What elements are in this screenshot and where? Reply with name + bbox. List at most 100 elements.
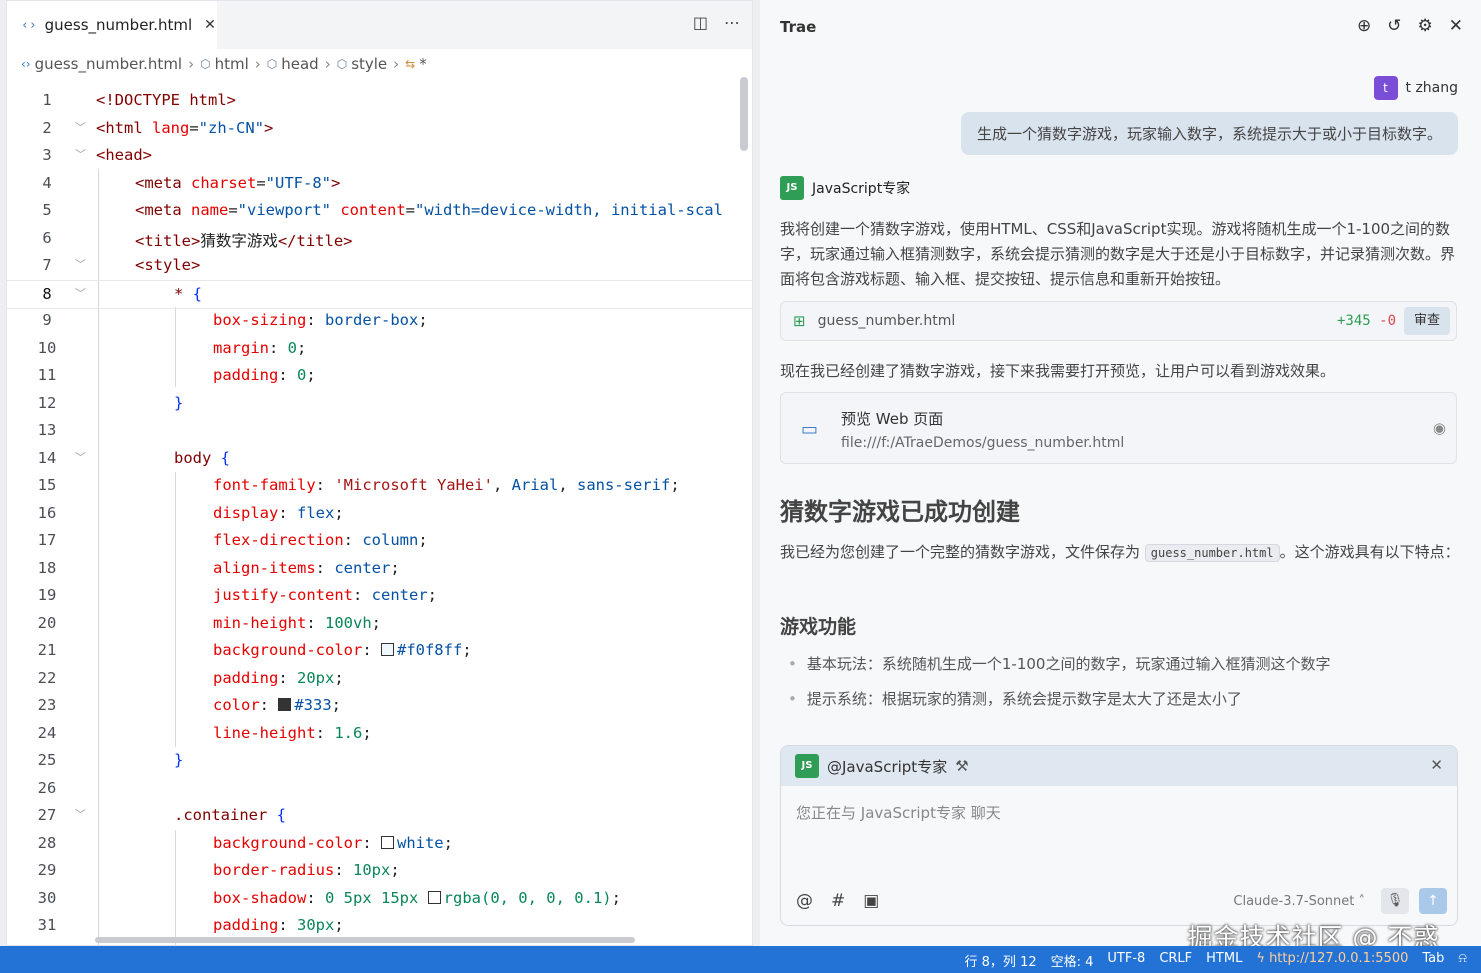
breadcrumb-selector[interactable]: * — [419, 55, 427, 73]
color-swatch[interactable] — [278, 698, 292, 711]
code-area[interactable]: 1 <!DOCTYPE html> 2 ﹀ <html lang="zh-CN"> 3… — [7, 87, 752, 945]
result-heading: 猜数字游戏已成功创建 — [780, 498, 1020, 526]
code-line: 28 background-color: white; — [37, 833, 453, 852]
live-server[interactable]: ϟ http://127.0.0.1:5500 — [1256, 951, 1408, 970]
encoding[interactable]: UTF-8 — [1107, 951, 1145, 970]
file-change-card[interactable]: ⊞ guess_number.html +345 -0 审查 — [780, 301, 1457, 341]
fold-chevron-icon: ﹀ — [75, 808, 86, 821]
preview-url[interactable]: file:///f:/ATraeDemos/guess_number.html — [841, 435, 1124, 451]
code-line: 25} — [37, 751, 184, 769]
code-line: 13 — [37, 421, 57, 439]
tab-label: guess_number.html — [44, 16, 193, 34]
chat-input[interactable]: 您正在与 JavaScript专家 聊天 — [796, 802, 1001, 823]
agent-followup: 现在我已经创建了猜数字游戏，接下来我需要打开预览，让用户可以看到游戏效果。 — [780, 362, 1336, 380]
code-line: 19 justify-content: center; — [37, 586, 437, 604]
chevron-right-icon: › — [188, 55, 195, 73]
breadcrumb-head[interactable]: head — [281, 55, 318, 73]
indentation[interactable]: 空格: 4 — [1051, 951, 1094, 970]
chevron-right-icon: › — [324, 55, 331, 73]
code-line: 4 <meta charset="UTF-8"> — [42, 173, 341, 192]
notifications-icon[interactable]: ⍾ — [1458, 951, 1467, 970]
agent-logo-icon: JS — [780, 176, 804, 200]
code-line: 22 padding: 20px; — [37, 668, 344, 687]
code-line: 6 <title>猜数字游戏</title> — [42, 228, 353, 250]
code-line: 3 ﹀ <head> — [42, 146, 152, 164]
ai-chat-panel: Trae ⊕ ↺ ⚙ ✕ t t zhang 生成一个猜数字游戏，玩家输入数字，… — [760, 0, 1481, 946]
editor-actions: ◫ ⋯ — [693, 13, 740, 32]
eye-icon[interactable]: ◉ — [1433, 419, 1446, 437]
split-editor-icon[interactable]: ◫ — [693, 13, 708, 32]
list-item: 基本玩法：系统随机生成一个1-100之间的数字，玩家通过输入框猜测这个数字 — [788, 653, 1331, 674]
breadcrumb-file[interactable]: guess_number.html — [35, 55, 183, 73]
avatar: t — [1373, 76, 1398, 100]
close-icon[interactable]: ✕ — [1449, 16, 1463, 36]
agent-logo-icon: JS — [795, 754, 819, 778]
color-swatch[interactable] — [380, 643, 394, 656]
fold-chevron-icon: ﹀ — [75, 120, 86, 134]
panel-title: Trae — [780, 18, 817, 36]
user-message: 生成一个猜数字游戏，玩家输入数字，系统提示大于或小于目标数字。 — [960, 112, 1458, 155]
chevron-up-icon: ˄ — [1358, 894, 1366, 909]
send-button[interactable]: ↑ — [1419, 888, 1447, 914]
code-line: 27 ﹀ .container { — [37, 806, 286, 824]
history-icon[interactable]: ↺ — [1387, 16, 1401, 36]
image-icon[interactable]: ▣ — [863, 891, 879, 911]
code-line: 15 font-family: 'Microsoft YaHei', Arial,… — [37, 476, 680, 494]
code-line: 20 min-height: 100vh; — [37, 613, 382, 632]
list-item: 提示系统：根据玩家的猜测，系统会提示数字是太大了还是太小了 — [788, 688, 1242, 709]
at-mention-icon[interactable]: @ — [796, 891, 813, 911]
result-summary: 我已经为您创建了一个完整的猜数字游戏，文件保存为 guess_number.ht… — [780, 543, 1460, 562]
code-line: 12} — [37, 393, 184, 412]
breadcrumb: ‹› guess_number.html › ⬡ html › ⬡ head ›… — [7, 49, 752, 79]
color-swatch[interactable] — [380, 835, 394, 849]
agent-name: JavaScript专家 — [812, 181, 911, 197]
user-header: t t zhang — [1373, 76, 1458, 100]
chat-input-box: JS @JavaScript专家 ⚒ ✕ 您正在与 JavaScript专家 聊… — [780, 745, 1458, 926]
chat-tools: @ # ▣ — [796, 891, 879, 911]
language-mode[interactable]: HTML — [1206, 951, 1242, 970]
lightning-icon: ϟ — [1256, 951, 1265, 966]
code-line: 23 color: #333; — [37, 696, 342, 714]
fold-chevron-icon: ﹀ — [75, 258, 86, 271]
fold-chevron-icon: ﹀ — [75, 148, 86, 161]
line-ending[interactable]: CRLF — [1159, 951, 1192, 970]
code-line: 16 display: flex; — [37, 503, 344, 522]
code-line: 1 <!DOCTYPE html> — [42, 91, 236, 109]
breadcrumb-html[interactable]: html — [215, 55, 249, 73]
code-line: 30 box-shadow: 0 5px 15px rgba(0, 0, 0, 0… — [37, 888, 621, 907]
model-selector[interactable]: Claude-3.7-Sonnet ˄ — [1233, 894, 1365, 909]
more-actions-icon[interactable]: ⋯ — [724, 13, 740, 32]
new-chat-icon[interactable]: ⊕ — [1357, 16, 1371, 36]
vertical-scrollbar[interactable] — [740, 77, 748, 151]
code-line: 18 align-items: center; — [37, 558, 400, 577]
close-tab-icon[interactable]: ✕ — [204, 17, 216, 33]
tab-guess-number[interactable]: ‹› guess_number.html ✕ — [7, 1, 217, 49]
code-line: 26 — [37, 778, 57, 797]
horizontal-scrollbar[interactable] — [95, 937, 635, 943]
features-heading: 游戏功能 — [780, 616, 857, 638]
preview-card[interactable]: ▭ 预览 Web 页面 file:///f:/ATraeDemos/guess_… — [780, 392, 1457, 464]
chevron-right-icon: › — [393, 55, 400, 73]
code-line: 21 background-color: #f0f8ff; — [37, 641, 472, 659]
code-editor: ‹› guess_number.html ✕ ◫ ⋯ ‹› guess_numb… — [6, 0, 753, 946]
element-icon: ⬡ — [200, 57, 211, 71]
hash-icon[interactable]: # — [831, 891, 845, 911]
tab-mode[interactable]: Tab — [1422, 951, 1444, 970]
code-line: 24 line-height: 1.6; — [37, 723, 372, 742]
file-name[interactable]: guess_number.html — [818, 313, 956, 329]
tools-icon[interactable]: ⚒ — [955, 757, 968, 775]
microphone-icon[interactable]: 🎙 — [1381, 888, 1409, 914]
status-bar: 行 8，列 12 空格: 4 UTF-8 CRLF HTML ϟ http://… — [0, 946, 1481, 973]
fold-chevron-icon: ﹀ — [75, 450, 86, 464]
element-icon: ⬡ — [336, 57, 348, 71]
close-icon[interactable]: ✕ — [1430, 756, 1443, 774]
cursor-position[interactable]: 行 8，列 12 — [965, 951, 1037, 970]
review-button[interactable]: 审查 — [1404, 307, 1450, 335]
breadcrumb-style[interactable]: style — [351, 55, 387, 73]
code-line: 14 ﹀ body { — [37, 448, 231, 467]
color-swatch[interactable] — [427, 890, 441, 904]
file-add-icon: ⊞ — [793, 312, 806, 330]
gear-icon[interactable]: ⚙ — [1418, 16, 1433, 36]
agent-header: JS JavaScript专家 — [780, 176, 910, 200]
agent-mention-bar: JS @JavaScript专家 ⚒ ✕ — [781, 746, 1457, 786]
